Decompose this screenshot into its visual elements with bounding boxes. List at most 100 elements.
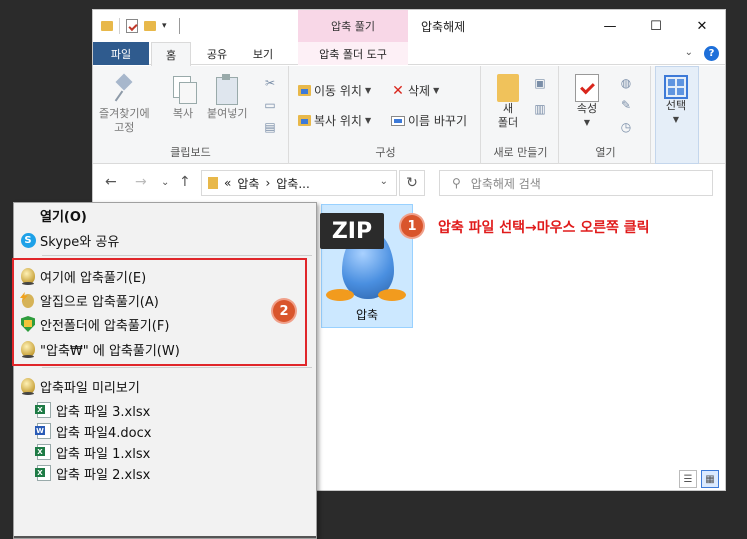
caret-down-icon: ▼	[364, 116, 372, 125]
search-input[interactable]: ⚲ 압축해제 검색	[439, 170, 713, 196]
details-view-icon[interactable]: ☰	[679, 470, 697, 488]
address-bar[interactable]: « 압축 › 압축... ⌄	[201, 170, 397, 196]
organize-group: 이동 위치 ▼ 복사 위치 ▼ ✕ 삭제 ▼ 이름 바꾸기 구성	[291, 66, 481, 164]
select-grid-icon	[664, 75, 688, 99]
new-group-label: 새로 만들기	[493, 146, 548, 159]
paste-button[interactable]: 붙여넣기	[207, 74, 247, 121]
open-group-label: 열기	[595, 146, 616, 159]
select-label: 선택	[665, 99, 687, 112]
cut-icon[interactable]: ✂	[263, 76, 277, 90]
menu-item-preview-file[interactable]: X 압축 파일 1.xlsx	[35, 441, 151, 463]
new-item-icon[interactable]: ▣	[533, 76, 547, 90]
recent-locations-icon[interactable]: ⌄	[161, 177, 169, 188]
properties-check-icon	[575, 74, 599, 102]
tab-compressed-folder-tools[interactable]: 압축 폴더 도구	[298, 42, 408, 65]
tab-share[interactable]: 공유	[197, 42, 237, 65]
copy-label: 복사	[172, 107, 194, 120]
copy-path-icon[interactable]: ▭	[263, 98, 277, 112]
new-folder-icon[interactable]	[144, 21, 156, 31]
move-to-button[interactable]: 이동 위치 ▼	[297, 82, 371, 99]
new-folder-label-line2: 폴더	[497, 116, 519, 129]
alzip-icon	[21, 378, 35, 395]
toolbar-divider	[178, 18, 180, 34]
copy-to-label: 복사 위치	[314, 114, 362, 128]
copy-icon	[169, 74, 197, 104]
close-button[interactable]: ✕	[679, 10, 725, 42]
breadcrumb-separator[interactable]: ›	[265, 176, 270, 190]
breadcrumb-item[interactable]: 압축...	[276, 175, 310, 192]
toolbar-divider	[119, 18, 120, 34]
select-button[interactable]: 선택 ▼	[664, 75, 688, 127]
excel-file-icon: X	[35, 402, 51, 418]
menu-divider	[42, 255, 312, 256]
preview-file-name: 압축 파일 1.xlsx	[56, 446, 151, 462]
copy-folder-icon	[297, 115, 311, 126]
rename-button[interactable]: 이름 바꾸기	[391, 112, 467, 129]
delete-label: 삭제	[408, 84, 431, 98]
tab-file[interactable]: 파일	[93, 42, 149, 65]
menu-item-preview-file[interactable]: W 압축 파일4.docx	[35, 420, 152, 442]
menu-item-preview-file[interactable]: X 압축 파일 3.xlsx	[35, 399, 151, 421]
help-icon[interactable]: ?	[704, 46, 719, 61]
menu-item-preview-file[interactable]: X 압축 파일 2.xlsx	[35, 462, 150, 484]
egg-foot	[326, 289, 354, 301]
breadcrumb-overflow[interactable]: «	[224, 176, 231, 190]
pin-label-line2: 고정	[114, 121, 135, 134]
preview-file-name: 압축 파일 3.xlsx	[56, 404, 151, 420]
copy-to-button[interactable]: 복사 위치 ▼	[297, 112, 371, 129]
rename-icon	[391, 115, 405, 126]
tab-view[interactable]: 보기	[243, 42, 283, 65]
back-icon[interactable]: ←	[105, 174, 117, 190]
chevron-down-icon[interactable]: ⌄	[685, 47, 693, 58]
customize-toolbar-icon[interactable]: ▾	[162, 21, 167, 31]
menu-divider	[42, 367, 312, 368]
tab-home[interactable]: 홈	[151, 42, 191, 66]
properties-icon[interactable]	[126, 19, 138, 33]
menu-item-preview[interactable]: 압축파일 미리보기	[20, 375, 140, 397]
caret-down-icon: ▼	[583, 118, 591, 127]
clipboard-group: 즐겨찾기에 고정 복사 붙여넣기 ✂ ▭ ▤ 클립보드	[93, 66, 289, 164]
skype-icon: S	[20, 232, 36, 248]
folder-icon	[101, 21, 113, 31]
menu-item-open[interactable]: 열기(O)	[40, 204, 87, 226]
search-placeholder: 압축해제 검색	[470, 176, 541, 191]
menu-item-label: 압축파일 미리보기	[40, 380, 140, 396]
navigation-bar: ← → ⌄ ↑ « 압축 › 압축... ⌄ ↻ ⚲ 압축해제 검색	[93, 165, 725, 201]
highlight-box	[12, 258, 307, 366]
edit-icon[interactable]: ✎	[619, 98, 633, 112]
chevron-down-icon[interactable]: ⌄	[380, 176, 388, 187]
delete-button[interactable]: ✕ 삭제 ▼	[391, 82, 439, 99]
new-group: 새 폴더 ▣ ▥ 새로 만들기	[483, 66, 559, 164]
history-icon[interactable]: ◷	[619, 120, 633, 134]
zip-file-item[interactable]: ZIP 압축	[320, 204, 413, 328]
step-badge-2: 2	[273, 300, 295, 322]
forward-icon[interactable]: →	[135, 174, 147, 190]
clipboard-group-label: 클립보드	[170, 146, 211, 159]
folder-icon	[208, 177, 218, 189]
up-icon[interactable]: ↑	[179, 174, 191, 190]
new-folder-button[interactable]: 새 폴더	[497, 74, 519, 130]
select-group[interactable]: 선택 ▼	[655, 66, 699, 164]
open-icon[interactable]: ◍	[619, 76, 633, 90]
breadcrumb-item[interactable]: 압축	[237, 175, 259, 192]
copy-button[interactable]: 복사	[169, 74, 197, 121]
paste-label: 붙여넣기	[207, 107, 248, 120]
egg-foot	[378, 289, 406, 301]
zip-file-name: 압축	[355, 308, 379, 322]
refresh-button[interactable]: ↻	[399, 170, 425, 196]
excel-file-icon: X	[35, 465, 51, 481]
easy-access-icon[interactable]: ▥	[533, 102, 547, 116]
properties-button[interactable]: 속성 ▼	[575, 74, 599, 130]
maximize-button[interactable]: ☐	[633, 10, 679, 42]
minimize-button[interactable]: —	[587, 10, 633, 42]
pin-to-quick-access-button[interactable]: 즐겨찾기에 고정	[99, 74, 150, 135]
context-menu: 열기(O) S Skype와 공유 여기에 압축풀기(E) 알집으로 압축풀기(…	[13, 202, 317, 539]
menu-item-skype-share[interactable]: S Skype와 공유	[20, 229, 119, 251]
large-icons-view-icon[interactable]: ▦	[701, 470, 719, 488]
title-bar: ▾ 압축 풀기 압축해제 — ☐ ✕	[93, 10, 725, 42]
zip-badge: ZIP	[320, 213, 384, 249]
open-group: 속성 ▼ ◍ ✎ ◷ 열기	[561, 66, 651, 164]
move-to-label: 이동 위치	[314, 84, 362, 98]
paste-shortcut-icon[interactable]: ▤	[263, 120, 277, 134]
preview-file-name: 압축 파일4.docx	[56, 425, 152, 441]
